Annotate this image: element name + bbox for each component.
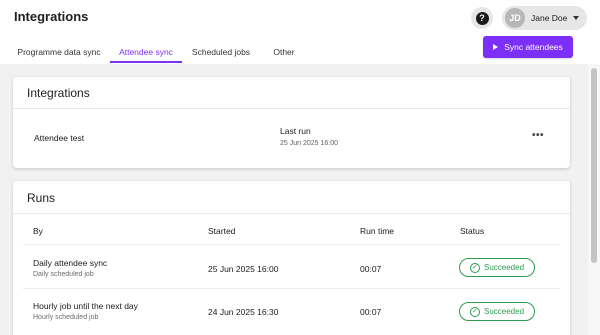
sync-attendees-label: Sync attendees xyxy=(504,42,563,52)
scrollbar[interactable] xyxy=(588,64,600,335)
active-tab-indicator xyxy=(110,61,182,63)
scroll-thumb[interactable] xyxy=(591,68,597,263)
tab-bar: Programme data sync Attendee sync Schedu… xyxy=(0,40,470,64)
runs-card: Runs By Started Run time Status Daily at… xyxy=(13,181,570,335)
column-header-status: Status xyxy=(460,226,485,236)
run-time: 00:07 xyxy=(360,307,382,317)
tab-attendee-sync[interactable]: Attendee sync xyxy=(110,40,182,63)
check-circle-icon: ✓ xyxy=(469,262,480,273)
page-title: Integrations xyxy=(14,9,89,24)
last-run-value: 25 Jun 2025 16:00 xyxy=(280,140,338,147)
last-run-label: Last run xyxy=(280,126,311,136)
help-button[interactable]: ? xyxy=(471,7,493,29)
user-menu[interactable]: JD Jane Doe xyxy=(502,6,587,30)
runs-card-title: Runs xyxy=(27,191,56,205)
more-horizontal-icon[interactable]: ••• xyxy=(532,130,544,141)
divider xyxy=(13,108,570,109)
status-badge: ✓ Succeeded xyxy=(459,258,535,277)
status-badge: ✓ Succeeded xyxy=(459,302,535,321)
run-name: Daily attendee sync xyxy=(33,258,108,268)
avatar: JD xyxy=(505,8,525,28)
tab-other[interactable]: Other xyxy=(264,40,304,63)
status-text: Succeeded xyxy=(483,263,525,272)
run-name: Hourly job until the next day xyxy=(33,301,138,311)
integration-name: Attendee test xyxy=(34,133,85,143)
run-started: 25 Jun 2025 16:00 xyxy=(208,264,279,274)
column-header-by: By xyxy=(33,226,43,236)
status-text: Succeeded xyxy=(483,307,525,316)
check-circle-icon: ✓ xyxy=(469,306,480,317)
tab-programme-data-sync[interactable]: Programme data sync xyxy=(10,40,108,63)
table-divider xyxy=(23,244,560,245)
divider xyxy=(13,213,570,214)
integrations-card: Integrations Attendee test Last run 25 J… xyxy=(13,77,570,168)
run-started: 24 Jun 2025 16:30 xyxy=(208,307,279,317)
chevron-down-icon xyxy=(573,16,580,20)
help-icon: ? xyxy=(475,11,489,25)
play-icon xyxy=(493,44,499,50)
integrations-card-title: Integrations xyxy=(27,86,90,100)
tab-scheduled-jobs[interactable]: Scheduled jobs xyxy=(185,40,257,63)
run-time: 00:07 xyxy=(360,264,382,274)
column-header-run-time: Run time xyxy=(360,226,395,236)
run-type: Daily scheduled job xyxy=(33,271,94,278)
top-bar: Integrations ? JD Jane Doe Programme dat… xyxy=(0,0,600,64)
sync-attendees-button[interactable]: Sync attendees xyxy=(483,36,573,58)
user-name: Jane Doe xyxy=(531,13,568,23)
run-type: Hourly scheduled job xyxy=(33,314,99,321)
main-content: Integrations Attendee test Last run 25 J… xyxy=(0,64,588,335)
table-divider xyxy=(23,288,560,289)
column-header-started: Started xyxy=(208,226,236,236)
